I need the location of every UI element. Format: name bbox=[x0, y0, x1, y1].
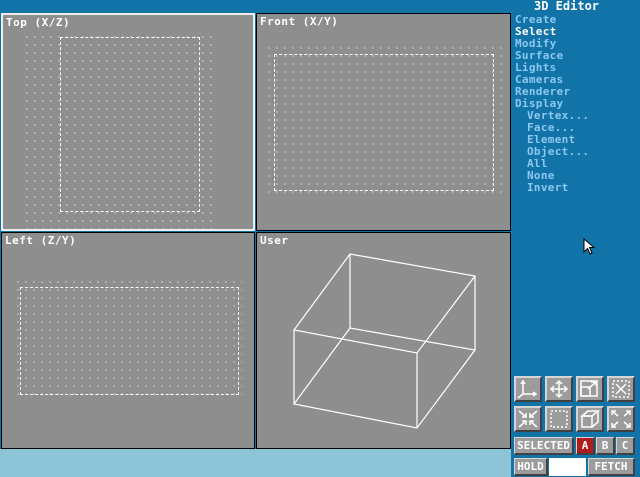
shrink-button[interactable] bbox=[514, 406, 542, 432]
move-button[interactable] bbox=[545, 376, 573, 402]
axis-icon bbox=[517, 379, 538, 399]
command-menu: Create Select Modify Surface Lights Came… bbox=[515, 14, 589, 194]
scale-button[interactable] bbox=[576, 376, 604, 402]
selection-set-b-button[interactable]: B bbox=[596, 437, 615, 455]
status-bar bbox=[0, 449, 511, 477]
viewport-label: Left (Z/Y) bbox=[5, 234, 77, 247]
selection-set-a-button[interactable]: A bbox=[576, 437, 595, 455]
region-select-button[interactable] bbox=[545, 406, 573, 432]
expand-icon bbox=[611, 410, 631, 428]
viewport-label: Top (X/Z) bbox=[6, 16, 71, 29]
viewport-user[interactable]: User bbox=[256, 232, 511, 449]
object-outline bbox=[60, 37, 200, 212]
fetch-button[interactable]: FETCH bbox=[588, 458, 635, 476]
viewport-top[interactable]: Top (X/Z) bbox=[1, 13, 255, 231]
wireframe-box bbox=[292, 253, 477, 429]
hold-indicator bbox=[549, 458, 586, 476]
axis-button[interactable] bbox=[514, 376, 542, 402]
shrink-icon bbox=[518, 410, 538, 428]
clear-selection-icon bbox=[612, 380, 630, 398]
selected-button[interactable]: SELECTED bbox=[514, 437, 574, 455]
selection-set-c-button[interactable]: C bbox=[616, 437, 635, 455]
submenu-item-invert[interactable]: Invert bbox=[515, 182, 589, 194]
move-icon bbox=[549, 379, 569, 399]
object-outline bbox=[20, 287, 239, 395]
object-outline bbox=[274, 54, 494, 191]
box-icon bbox=[579, 410, 601, 428]
viewport-front[interactable]: Front (X/Y) bbox=[256, 13, 511, 231]
viewport-label: User bbox=[260, 234, 289, 247]
region-select-icon bbox=[550, 410, 568, 428]
mouse-pointer-icon bbox=[583, 238, 595, 255]
expand-button[interactable] bbox=[607, 406, 635, 432]
viewport-left[interactable]: Left (Z/Y) bbox=[1, 232, 255, 449]
clear-selection-button[interactable] bbox=[607, 376, 635, 402]
box-button[interactable] bbox=[576, 406, 604, 432]
hold-button[interactable]: HOLD bbox=[514, 458, 548, 476]
scale-icon bbox=[580, 380, 598, 397]
app-title: 3D Editor bbox=[534, 0, 600, 13]
viewport-label: Front (X/Y) bbox=[260, 15, 339, 28]
